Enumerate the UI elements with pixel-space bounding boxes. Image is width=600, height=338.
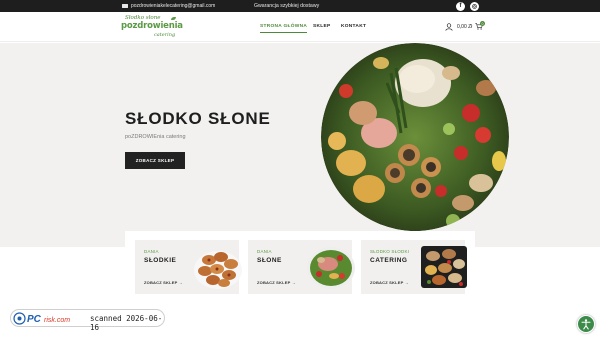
hero-subtitle: poZDROWIEnia catering	[125, 134, 186, 140]
category-shop-link[interactable]: ZOBACZ SKLEP →	[370, 280, 409, 285]
email-text[interactable]: pozdrowieniakelecatering@gmail.com	[131, 3, 215, 9]
category-card-savory[interactable]: DANIA SŁONE ZOBACZ SKLEP →	[248, 240, 355, 294]
pcrisk-logo-icon: PC risk.com	[13, 312, 70, 325]
category-kicker: DANIA	[144, 249, 159, 254]
top-bar: pozdrowieniakelecatering@gmail.com Gwara…	[0, 0, 600, 12]
category-name: SŁONE	[257, 257, 282, 264]
site-header: Słodko słone pozdrowienia catering STRON…	[0, 12, 600, 42]
category-shop-link[interactable]: ZOBACZ SKLEP →	[144, 280, 183, 285]
catering-platter-image	[321, 43, 509, 231]
user-icon[interactable]	[445, 23, 453, 31]
savory-platter-image	[307, 247, 355, 289]
accessibility-icon[interactable]	[577, 315, 595, 333]
logo[interactable]: Słodko słone pozdrowienia catering	[121, 15, 183, 40]
cart-count-badge: 0	[480, 21, 485, 26]
logo-line-3: catering	[154, 32, 176, 38]
instagram-icon[interactable]: ◎	[470, 1, 479, 11]
facebook-icon[interactable]: f	[456, 1, 465, 11]
svg-text:risk.com: risk.com	[44, 317, 70, 324]
hero-section: SŁODKO SŁONE poZDROWIEnia catering ZOBAC…	[0, 43, 600, 247]
category-name: CATERING	[370, 257, 408, 264]
top-bar-email[interactable]: pozdrowieniakelecatering@gmail.com	[122, 3, 215, 9]
catering-tray-image	[421, 246, 467, 288]
nav-shop[interactable]: SKLEP	[313, 24, 331, 29]
category-card-sweet[interactable]: DANIA SŁODKIE ZOBACZ SKLEP →	[135, 240, 242, 294]
logo-line-2: pozdrowienia	[121, 21, 183, 31]
svg-text:PC: PC	[27, 314, 42, 325]
promo-text: Gwarancja szybkiej dostawy	[254, 2, 320, 9]
category-kicker: DANIA	[257, 249, 272, 254]
envelope-icon	[122, 4, 128, 8]
leaf-icon	[171, 17, 176, 20]
scan-badge: PC risk.com scanned 2026-06-16	[10, 309, 165, 332]
category-kicker: SŁODKO SŁODKI	[370, 249, 410, 254]
category-shop-link[interactable]: ZOBACZ SKLEP →	[257, 280, 296, 285]
sweet-pastries-image	[194, 251, 242, 289]
hero-title: SŁODKO SŁONE	[125, 109, 271, 128]
category-card-catering[interactable]: SŁODKO SŁODKI CATERING ZOBACZ SKLEP →	[361, 240, 467, 294]
hero-shop-button[interactable]: ZOBACZ SKLEP	[125, 152, 185, 169]
cart-total[interactable]: 0,00 Zł	[457, 24, 472, 30]
nav-contact[interactable]: KONTAKT	[341, 24, 366, 29]
nav-home[interactable]: STRONA GŁÓWNA	[260, 24, 308, 33]
category-section: DANIA SŁODKIE ZOBACZ SKLEP → DANIA SŁONE…	[125, 231, 475, 303]
scan-date-text: scanned 2026-06-16	[90, 313, 163, 332]
category-name: SŁODKIE	[144, 257, 177, 264]
